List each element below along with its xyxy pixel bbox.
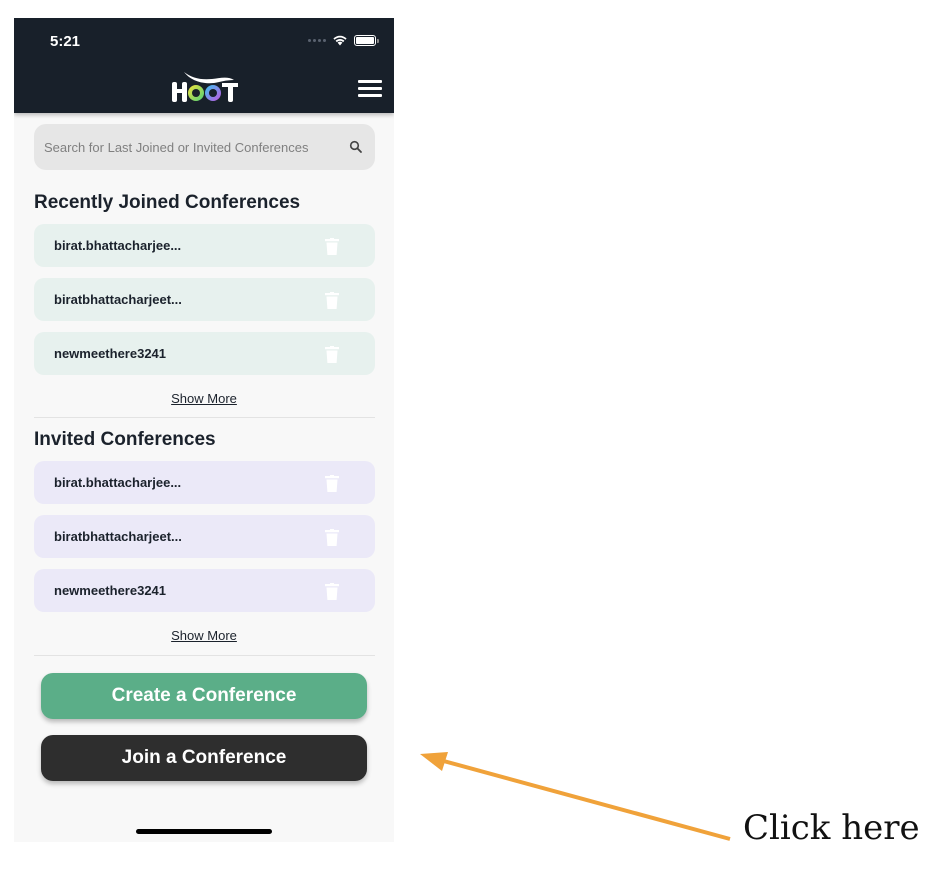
hamburger-menu-icon[interactable] (358, 80, 382, 98)
status-icons (308, 34, 379, 46)
hoot-logo (172, 72, 238, 102)
search-input[interactable] (44, 139, 349, 155)
create-conference-button[interactable]: Create a Conference (41, 673, 367, 719)
recent-conference-item[interactable]: birat.bhattacharjee... (34, 224, 375, 267)
trash-icon[interactable] (325, 238, 339, 255)
search-bar (34, 124, 375, 170)
join-conference-button[interactable]: Join a Conference (41, 735, 367, 781)
invited-title: Invited Conferences (34, 429, 216, 450)
home-indicator (136, 829, 272, 834)
section-divider (34, 417, 375, 418)
invited-show-more-link[interactable]: Show More (171, 628, 237, 643)
app-header: 5:21 (14, 18, 394, 113)
trash-icon[interactable] (325, 346, 339, 363)
search-icon[interactable] (349, 140, 363, 154)
invited-conference-item[interactable]: newmeethere3241 (34, 569, 375, 612)
recent-conference-item[interactable]: newmeethere3241 (34, 332, 375, 375)
phone-screen: 5:21 Search for Last Joined or Invited C… (14, 18, 394, 842)
recent-conference-item[interactable]: biratbhattacharjeet... (34, 278, 375, 321)
trash-icon[interactable] (325, 529, 339, 546)
invited-conference-item[interactable]: biratbhattacharjeet... (34, 515, 375, 558)
arrow-shaft (439, 758, 731, 841)
status-time: 5:21 (50, 33, 81, 50)
cellular-signal-icon (308, 38, 326, 42)
trash-icon[interactable] (325, 292, 339, 309)
recently-joined-title: Recently Joined Conferences (34, 192, 301, 213)
recent-show-more: Show More (14, 391, 394, 406)
wifi-icon (333, 35, 347, 46)
arrow-head-icon (420, 752, 448, 771)
battery-icon (354, 34, 379, 46)
recent-show-more-link[interactable]: Show More (171, 391, 237, 406)
section-divider (34, 655, 375, 656)
invited-show-more: Show More (14, 628, 394, 643)
trash-icon[interactable] (325, 583, 339, 600)
trash-icon[interactable] (325, 475, 339, 492)
invited-conference-item[interactable]: birat.bhattacharjee... (34, 461, 375, 504)
annotation-label: Click here (743, 808, 920, 848)
